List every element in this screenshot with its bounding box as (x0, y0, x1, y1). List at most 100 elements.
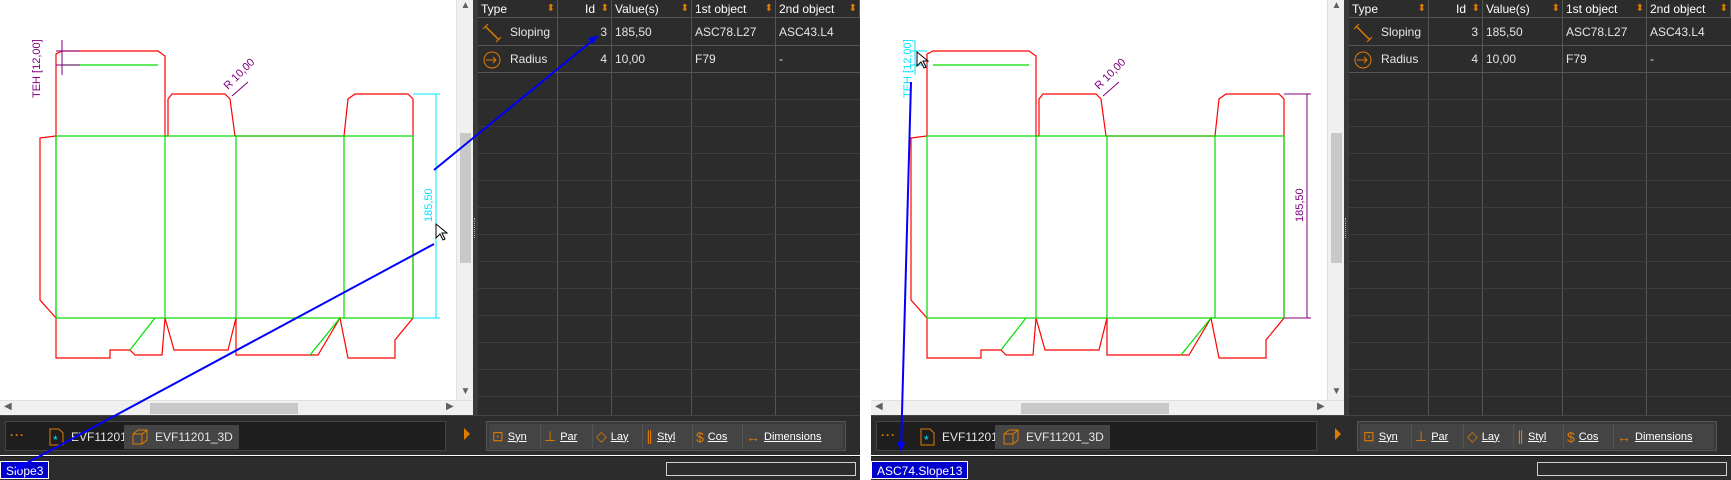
mouse-cursor (916, 50, 930, 69)
cut-line (39, 50, 414, 359)
row-first-object: ASC78.L27 (1563, 19, 1647, 46)
cost-button[interactable]: $ Cos (1564, 424, 1614, 449)
col-id[interactable]: Id ⬍ (558, 0, 612, 18)
tab-evf11201-3d[interactable]: EVF11201_3D (995, 425, 1110, 449)
progress-bar (666, 462, 856, 476)
horizontal-scroll-thumb[interactable] (150, 403, 298, 414)
row-value: 10,00 (612, 46, 692, 73)
symbol-button[interactable]: ⊡ Syn (489, 424, 541, 449)
drawing-canvas[interactable]: TEH [12,00] R 10,00 185,50 (871, 0, 1327, 400)
tab-label: EVF11201 (71, 430, 127, 444)
table-row[interactable]: Radius 4 10,00 F79 - (1349, 46, 1731, 73)
parallel-icon: ⊥ (544, 428, 557, 444)
symbol-button[interactable]: ⊡ Syn (1360, 424, 1412, 449)
row-first-object: F79 (692, 46, 776, 73)
vertical-scrollbar[interactable]: ▲ ▼ (456, 0, 473, 400)
col-id[interactable]: Id ⬍ (1429, 0, 1483, 18)
table-row[interactable]: Sloping 3 185,50 ASC78.L27 ASC43.L4 (1349, 19, 1731, 46)
row-id: 3 (558, 19, 612, 46)
dim-teh-label: TEH [12,00] (31, 39, 43, 98)
more-icon[interactable]: ··· (881, 428, 896, 442)
col-values[interactable]: Value(s) ⬍ (612, 0, 692, 18)
vertical-scroll-thumb[interactable] (460, 133, 471, 263)
cost-button[interactable]: $ Cos (693, 424, 743, 449)
col-first-object[interactable]: 1st object ⬍ (1563, 0, 1647, 18)
row-value: 10,00 (1483, 46, 1563, 73)
style-icon: ∥ (1517, 428, 1524, 444)
document-tab-bar: ··· * EVF11201 EVF11201_3D (871, 415, 1349, 455)
dimension-radius[interactable]: R 10,00 (222, 56, 258, 97)
parallel-icon: ⊥ (1415, 428, 1428, 444)
table-row[interactable]: Sloping 3 185,50 ASC78.L27 ASC43.L4 (478, 19, 860, 46)
svg-text:*: * (53, 433, 58, 447)
body-crease (55, 135, 414, 319)
row-id: 4 (558, 46, 612, 73)
col-type[interactable]: Type ⬍ (1349, 0, 1429, 18)
tab-scroll-right-icon[interactable] (1335, 428, 1341, 440)
horizontal-scrollbar[interactable]: ◀ ▶ (871, 400, 1344, 415)
parallel-button[interactable]: ⊥ Par (541, 424, 593, 449)
tab-evf11201-3d[interactable]: EVF11201_3D (124, 425, 239, 449)
tab-scroll-right-icon[interactable] (464, 428, 470, 440)
sloping-dimension-icon (1353, 23, 1373, 43)
col-second-object[interactable]: 2nd object ⬍ (776, 0, 860, 18)
col-first-object[interactable]: 1st object ⬍ (692, 0, 776, 18)
body-crease (926, 135, 1285, 319)
tab-evf11201[interactable]: * EVF11201 (911, 425, 1004, 449)
dimension-height[interactable]: 185,50 (1284, 93, 1311, 319)
drawing-canvas[interactable]: TEH [12,00] R 10,00 185,50 (0, 0, 456, 400)
properties-toolbar: ⊡ Syn ⊥ Par ◇ Lay ∥ Styl $ Cos ↔ Dimensions (1349, 415, 1731, 455)
row-value: 185,50 (612, 19, 692, 46)
dim-teh-label: TEH [12,00] (902, 39, 914, 98)
row-second-object: - (1650, 52, 1654, 66)
dim-height-label: 185,50 (1294, 188, 1306, 222)
mouse-cursor (435, 222, 449, 241)
row-id: 3 (1429, 19, 1483, 46)
progress-bar (1537, 462, 1727, 476)
row-first-object: ASC78.L27 (692, 19, 776, 46)
cost-icon: $ (696, 428, 704, 445)
box-die-drawing: TEH [12,00] R 10,00 185,50 (31, 39, 449, 359)
vertical-scrollbar[interactable]: ▲ ▼ (1327, 0, 1344, 400)
radius-dimension-icon (1354, 51, 1372, 69)
row-first-object: F79 (1563, 46, 1647, 73)
svg-text:*: * (924, 433, 929, 447)
horizontal-scrollbar[interactable]: ◀ ▶ (0, 400, 473, 415)
cut-line (910, 50, 1285, 359)
more-icon[interactable]: ··· (10, 428, 25, 442)
tab-evf11201[interactable]: * EVF11201 (40, 425, 133, 449)
parallel-button[interactable]: ⊥ Par (1412, 424, 1464, 449)
horizontal-scroll-thumb[interactable] (1021, 403, 1169, 414)
row-value: 185,50 (1483, 19, 1563, 46)
layer-icon: ◇ (1467, 428, 1478, 444)
row-type: Sloping (510, 25, 551, 39)
style-button[interactable]: ∥ Styl (643, 424, 693, 449)
dimensions-table: Type ⬍ Id ⬍ Value(s) ⬍ 1st object ⬍ 2nd obje… (1349, 0, 1731, 415)
dimension-height[interactable]: 185,50 (413, 93, 440, 319)
style-button[interactable]: ∥ Styl (1514, 424, 1564, 449)
row-type: Radius (1381, 52, 1419, 66)
table-header: Type ⬍ Id ⬍ Value(s) ⬍ 1st object ⬍ 2nd obje… (478, 0, 860, 18)
sloping-dimension-icon (482, 23, 502, 43)
row-id: 4 (1429, 46, 1483, 73)
col-type[interactable]: Type ⬍ (478, 0, 558, 18)
cube-icon (132, 429, 148, 445)
dim-height-label: 185,50 (423, 188, 435, 222)
left-panel: TEH [12,00] R 10,00 185,50 ▲ ▼ ◀ ▶ ··· *… (0, 0, 860, 480)
dimensions-button[interactable]: ↔ Dimensions (1614, 424, 1714, 449)
dimensions-button[interactable]: ↔ Dimensions (743, 424, 843, 449)
layer-button[interactable]: ◇ Lay (1464, 424, 1514, 449)
cube-icon (1003, 429, 1019, 445)
layer-button[interactable]: ◇ Lay (593, 424, 643, 449)
table-row[interactable]: Radius 4 10,00 F79 - (478, 46, 860, 73)
col-second-object[interactable]: 2nd object ⬍ (1647, 0, 1731, 18)
document-icon: * (920, 428, 935, 447)
col-values[interactable]: Value(s) ⬍ (1483, 0, 1563, 18)
tab-label: EVF11201 (942, 430, 998, 444)
dimension-radius[interactable]: R 10,00 (1093, 56, 1129, 97)
symbol-icon: ⊡ (1363, 428, 1375, 444)
vertical-scroll-thumb[interactable] (1331, 133, 1342, 263)
cost-icon: $ (1567, 428, 1575, 445)
dimension-teh[interactable]: TEH [12,00] (902, 39, 927, 98)
dimensions-table: Type ⬍ Id ⬍ Value(s) ⬍ 1st object ⬍ 2nd obje… (478, 0, 860, 415)
